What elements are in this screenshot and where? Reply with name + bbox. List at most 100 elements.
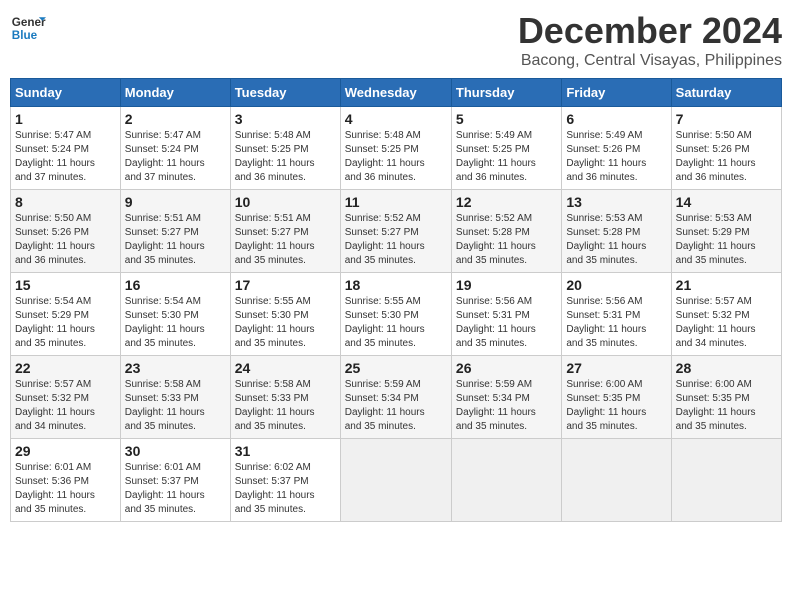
calendar-cell bbox=[340, 439, 451, 522]
day-number: 5 bbox=[456, 111, 557, 127]
day-info: Sunrise: 5:53 AM Sunset: 5:29 PM Dayligh… bbox=[676, 212, 777, 268]
day-number: 27 bbox=[566, 360, 666, 376]
day-number: 13 bbox=[566, 194, 666, 210]
day-number: 7 bbox=[676, 111, 777, 127]
day-number: 19 bbox=[456, 277, 557, 293]
day-number: 16 bbox=[125, 277, 226, 293]
calendar-cell: 31 Sunrise: 6:02 AM Sunset: 5:37 PM Dayl… bbox=[230, 439, 340, 522]
day-info: Sunrise: 5:55 AM Sunset: 5:30 PM Dayligh… bbox=[235, 295, 336, 351]
day-number: 9 bbox=[125, 194, 226, 210]
calendar-cell: 19 Sunrise: 5:56 AM Sunset: 5:31 PM Dayl… bbox=[451, 273, 561, 356]
day-info: Sunrise: 5:56 AM Sunset: 5:31 PM Dayligh… bbox=[566, 295, 666, 351]
calendar-cell: 2 Sunrise: 5:47 AM Sunset: 5:24 PM Dayli… bbox=[120, 107, 230, 190]
day-info: Sunrise: 5:56 AM Sunset: 5:31 PM Dayligh… bbox=[456, 295, 557, 351]
day-info: Sunrise: 5:59 AM Sunset: 5:34 PM Dayligh… bbox=[456, 378, 557, 434]
header-sunday: Sunday bbox=[11, 79, 121, 107]
day-info: Sunrise: 5:51 AM Sunset: 5:27 PM Dayligh… bbox=[125, 212, 226, 268]
day-number: 22 bbox=[15, 360, 116, 376]
calendar-week-row: 15 Sunrise: 5:54 AM Sunset: 5:29 PM Dayl… bbox=[11, 273, 782, 356]
day-number: 29 bbox=[15, 443, 116, 459]
day-number: 15 bbox=[15, 277, 116, 293]
day-number: 3 bbox=[235, 111, 336, 127]
calendar-cell: 25 Sunrise: 5:59 AM Sunset: 5:34 PM Dayl… bbox=[340, 356, 451, 439]
day-number: 4 bbox=[345, 111, 447, 127]
day-number: 30 bbox=[125, 443, 226, 459]
day-number: 12 bbox=[456, 194, 557, 210]
calendar-cell: 20 Sunrise: 5:56 AM Sunset: 5:31 PM Dayl… bbox=[562, 273, 671, 356]
calendar-cell bbox=[451, 439, 561, 522]
day-info: Sunrise: 5:50 AM Sunset: 5:26 PM Dayligh… bbox=[676, 129, 777, 185]
calendar-cell: 28 Sunrise: 6:00 AM Sunset: 5:35 PM Dayl… bbox=[671, 356, 781, 439]
calendar-cell: 27 Sunrise: 6:00 AM Sunset: 5:35 PM Dayl… bbox=[562, 356, 671, 439]
day-number: 20 bbox=[566, 277, 666, 293]
day-info: Sunrise: 5:52 AM Sunset: 5:28 PM Dayligh… bbox=[456, 212, 557, 268]
calendar-cell bbox=[671, 439, 781, 522]
calendar-cell: 7 Sunrise: 5:50 AM Sunset: 5:26 PM Dayli… bbox=[671, 107, 781, 190]
calendar-cell: 4 Sunrise: 5:48 AM Sunset: 5:25 PM Dayli… bbox=[340, 107, 451, 190]
day-number: 14 bbox=[676, 194, 777, 210]
day-number: 24 bbox=[235, 360, 336, 376]
header-tuesday: Tuesday bbox=[230, 79, 340, 107]
day-number: 18 bbox=[345, 277, 447, 293]
logo: General Blue bbox=[10, 10, 46, 46]
day-number: 25 bbox=[345, 360, 447, 376]
day-info: Sunrise: 5:54 AM Sunset: 5:30 PM Dayligh… bbox=[125, 295, 226, 351]
day-number: 8 bbox=[15, 194, 116, 210]
day-number: 28 bbox=[676, 360, 777, 376]
day-info: Sunrise: 6:01 AM Sunset: 5:36 PM Dayligh… bbox=[15, 461, 116, 517]
calendar-cell: 9 Sunrise: 5:51 AM Sunset: 5:27 PM Dayli… bbox=[120, 190, 230, 273]
header-monday: Monday bbox=[120, 79, 230, 107]
day-info: Sunrise: 5:47 AM Sunset: 5:24 PM Dayligh… bbox=[15, 129, 116, 185]
day-number: 31 bbox=[235, 443, 336, 459]
day-number: 10 bbox=[235, 194, 336, 210]
day-info: Sunrise: 5:59 AM Sunset: 5:34 PM Dayligh… bbox=[345, 378, 447, 434]
svg-text:Blue: Blue bbox=[12, 29, 38, 42]
calendar-cell: 13 Sunrise: 5:53 AM Sunset: 5:28 PM Dayl… bbox=[562, 190, 671, 273]
day-info: Sunrise: 5:55 AM Sunset: 5:30 PM Dayligh… bbox=[345, 295, 447, 351]
logo-icon: General Blue bbox=[10, 10, 46, 46]
day-info: Sunrise: 6:00 AM Sunset: 5:35 PM Dayligh… bbox=[566, 378, 666, 434]
calendar-cell: 3 Sunrise: 5:48 AM Sunset: 5:25 PM Dayli… bbox=[230, 107, 340, 190]
calendar-cell: 5 Sunrise: 5:49 AM Sunset: 5:25 PM Dayli… bbox=[451, 107, 561, 190]
day-info: Sunrise: 5:50 AM Sunset: 5:26 PM Dayligh… bbox=[15, 212, 116, 268]
title-area: December 2024 Bacong, Central Visayas, P… bbox=[518, 10, 782, 70]
header-thursday: Thursday bbox=[451, 79, 561, 107]
day-info: Sunrise: 5:53 AM Sunset: 5:28 PM Dayligh… bbox=[566, 212, 666, 268]
day-info: Sunrise: 5:48 AM Sunset: 5:25 PM Dayligh… bbox=[345, 129, 447, 185]
day-info: Sunrise: 6:01 AM Sunset: 5:37 PM Dayligh… bbox=[125, 461, 226, 517]
calendar-cell: 26 Sunrise: 5:59 AM Sunset: 5:34 PM Dayl… bbox=[451, 356, 561, 439]
day-number: 2 bbox=[125, 111, 226, 127]
calendar-cell: 24 Sunrise: 5:58 AM Sunset: 5:33 PM Dayl… bbox=[230, 356, 340, 439]
location-title: Bacong, Central Visayas, Philippines bbox=[518, 52, 782, 70]
day-info: Sunrise: 5:48 AM Sunset: 5:25 PM Dayligh… bbox=[235, 129, 336, 185]
calendar-header-row: Sunday Monday Tuesday Wednesday Thursday… bbox=[11, 79, 782, 107]
calendar-week-row: 29 Sunrise: 6:01 AM Sunset: 5:36 PM Dayl… bbox=[11, 439, 782, 522]
calendar-cell: 10 Sunrise: 5:51 AM Sunset: 5:27 PM Dayl… bbox=[230, 190, 340, 273]
day-number: 23 bbox=[125, 360, 226, 376]
day-info: Sunrise: 5:54 AM Sunset: 5:29 PM Dayligh… bbox=[15, 295, 116, 351]
header-saturday: Saturday bbox=[671, 79, 781, 107]
calendar-cell bbox=[562, 439, 671, 522]
header-friday: Friday bbox=[562, 79, 671, 107]
calendar-cell: 23 Sunrise: 5:58 AM Sunset: 5:33 PM Dayl… bbox=[120, 356, 230, 439]
calendar-week-row: 1 Sunrise: 5:47 AM Sunset: 5:24 PM Dayli… bbox=[11, 107, 782, 190]
calendar-cell: 30 Sunrise: 6:01 AM Sunset: 5:37 PM Dayl… bbox=[120, 439, 230, 522]
calendar-cell: 21 Sunrise: 5:57 AM Sunset: 5:32 PM Dayl… bbox=[671, 273, 781, 356]
calendar-cell: 12 Sunrise: 5:52 AM Sunset: 5:28 PM Dayl… bbox=[451, 190, 561, 273]
calendar-cell: 17 Sunrise: 5:55 AM Sunset: 5:30 PM Dayl… bbox=[230, 273, 340, 356]
day-number: 26 bbox=[456, 360, 557, 376]
day-info: Sunrise: 5:58 AM Sunset: 5:33 PM Dayligh… bbox=[235, 378, 336, 434]
calendar-table: Sunday Monday Tuesday Wednesday Thursday… bbox=[10, 78, 782, 522]
day-number: 21 bbox=[676, 277, 777, 293]
day-info: Sunrise: 5:49 AM Sunset: 5:25 PM Dayligh… bbox=[456, 129, 557, 185]
day-info: Sunrise: 5:51 AM Sunset: 5:27 PM Dayligh… bbox=[235, 212, 336, 268]
calendar-week-row: 22 Sunrise: 5:57 AM Sunset: 5:32 PM Dayl… bbox=[11, 356, 782, 439]
day-info: Sunrise: 5:57 AM Sunset: 5:32 PM Dayligh… bbox=[676, 295, 777, 351]
calendar-cell: 8 Sunrise: 5:50 AM Sunset: 5:26 PM Dayli… bbox=[11, 190, 121, 273]
calendar-cell: 1 Sunrise: 5:47 AM Sunset: 5:24 PM Dayli… bbox=[11, 107, 121, 190]
calendar-cell: 16 Sunrise: 5:54 AM Sunset: 5:30 PM Dayl… bbox=[120, 273, 230, 356]
day-info: Sunrise: 6:02 AM Sunset: 5:37 PM Dayligh… bbox=[235, 461, 336, 517]
day-info: Sunrise: 6:00 AM Sunset: 5:35 PM Dayligh… bbox=[676, 378, 777, 434]
calendar-cell: 18 Sunrise: 5:55 AM Sunset: 5:30 PM Dayl… bbox=[340, 273, 451, 356]
month-title: December 2024 bbox=[518, 10, 782, 52]
